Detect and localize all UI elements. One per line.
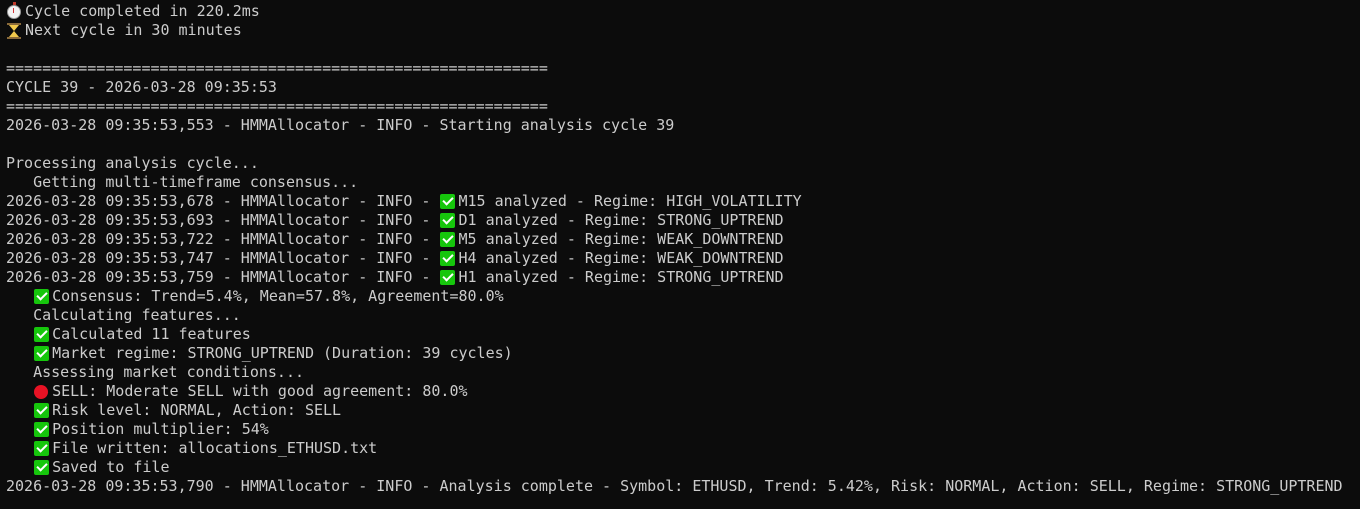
check-mark-icon (34, 422, 50, 437)
hourglass-icon (7, 22, 21, 39)
terminal-text: 2026-03-28 09:35:53,553 - HMMAllocator -… (6, 116, 675, 134)
terminal-line: 2026-03-28 09:35:53,722 - HMMAllocator -… (6, 230, 1356, 249)
terminal-line: Processing analysis cycle... (6, 154, 1356, 173)
terminal-line: Calculated 11 features (6, 325, 1356, 344)
terminal-line: 2026-03-28 09:35:53,747 - HMMAllocator -… (6, 249, 1356, 268)
check-mark-icon (34, 403, 50, 418)
terminal-text: M15 analyzed - Regime: HIGH_VOLATILITY (458, 192, 802, 210)
terminal-text: 2026-03-28 09:35:53,693 - HMMAllocator -… (6, 211, 440, 229)
terminal-text: Market regime: STRONG_UPTREND (Duration:… (52, 344, 513, 362)
check-mark-icon (440, 270, 456, 285)
terminal-text: Next cycle in 30 minutes (25, 21, 242, 39)
terminal-text: Position multiplier: 54% (52, 420, 269, 438)
terminal-line: Next cycle in 30 minutes (6, 21, 1356, 40)
check-mark-icon (34, 327, 50, 342)
terminal-line: ========================================… (6, 59, 1356, 78)
terminal-text: SELL: Moderate SELL with good agreement:… (52, 382, 468, 400)
terminal-text: CYCLE 39 - 2026-03-28 09:35:53 (6, 78, 277, 96)
terminal-text: Calculated 11 features (52, 325, 251, 343)
terminal-text: 2026-03-28 09:35:53,790 - HMMAllocator -… (6, 477, 1343, 495)
terminal-text: ========================================… (6, 97, 548, 115)
check-mark-icon (34, 289, 50, 304)
check-mark-icon (440, 194, 456, 209)
terminal-text: Cycle completed in 220.2ms (25, 2, 260, 20)
terminal-line: Consensus: Trend=5.4%, Mean=57.8%, Agree… (6, 287, 1356, 306)
terminal-line: SELL: Moderate SELL with good agreement:… (6, 382, 1356, 401)
terminal-line: Cycle completed in 220.2ms (6, 1, 1356, 21)
terminal-text: 2026-03-28 09:35:53,722 - HMMAllocator -… (6, 230, 440, 248)
terminal-text: Saved to file (52, 458, 170, 476)
terminal-text: Consensus: Trend=5.4%, Mean=57.8%, Agree… (52, 287, 504, 305)
check-mark-icon (34, 460, 50, 475)
terminal-text: 2026-03-28 09:35:53,759 - HMMAllocator -… (6, 268, 440, 286)
terminal-line: File written: allocations_ETHUSD.txt (6, 439, 1356, 458)
terminal-line: 2026-03-28 09:35:53,790 - HMMAllocator -… (6, 477, 1356, 496)
terminal-line: 2026-03-28 09:35:53,759 - HMMAllocator -… (6, 268, 1356, 287)
terminal-line: 2026-03-28 09:35:53,693 - HMMAllocator -… (6, 211, 1356, 230)
check-mark-icon (440, 213, 456, 228)
terminal-text: Processing analysis cycle... (6, 154, 259, 172)
terminal-text: 2026-03-28 09:35:53,678 - HMMAllocator -… (6, 192, 440, 210)
terminal-text: Assessing market conditions... (6, 363, 305, 381)
terminal-text: H4 analyzed - Regime: WEAK_DOWNTREND (458, 249, 784, 267)
terminal-text: D1 analyzed - Regime: STRONG_UPTREND (458, 211, 784, 229)
terminal-text: ========================================… (6, 59, 548, 77)
check-mark-icon (34, 346, 50, 361)
terminal-text: M5 analyzed - Regime: WEAK_DOWNTREND (458, 230, 784, 248)
check-mark-icon (440, 251, 456, 266)
terminal-text: Calculating features... (6, 306, 241, 324)
check-mark-icon (440, 232, 456, 247)
check-mark-icon (34, 441, 50, 456)
terminal-line: ========================================… (6, 97, 1356, 116)
terminal-line: Calculating features... (6, 306, 1356, 325)
stopwatch-icon (7, 1, 21, 19)
terminal-line: Assessing market conditions... (6, 363, 1356, 382)
terminal-text: H1 analyzed - Regime: STRONG_UPTREND (458, 268, 784, 286)
terminal-line: 2026-03-28 09:35:53,678 - HMMAllocator -… (6, 192, 1356, 211)
terminal-line: Saved to file (6, 458, 1356, 477)
terminal-text: Getting multi-timeframe consensus... (6, 173, 359, 191)
terminal-text: Risk level: NORMAL, Action: SELL (52, 401, 342, 419)
terminal-text: File written: allocations_ETHUSD.txt (52, 439, 378, 457)
terminal-line: CYCLE 39 - 2026-03-28 09:35:53 (6, 78, 1356, 97)
terminal-line: Market regime: STRONG_UPTREND (Duration:… (6, 344, 1356, 363)
terminal-output[interactable]: Cycle completed in 220.2ms Next cycle in … (6, 1, 1356, 496)
terminal-line: 2026-03-28 09:35:53,553 - HMMAllocator -… (6, 116, 1356, 135)
terminal-line: Risk level: NORMAL, Action: SELL (6, 401, 1356, 420)
terminal-line: Position multiplier: 54% (6, 420, 1356, 439)
terminal-text: 2026-03-28 09:35:53,747 - HMMAllocator -… (6, 249, 440, 267)
red-circle-icon (34, 384, 49, 399)
terminal-line: Getting multi-timeframe consensus... (6, 173, 1356, 192)
